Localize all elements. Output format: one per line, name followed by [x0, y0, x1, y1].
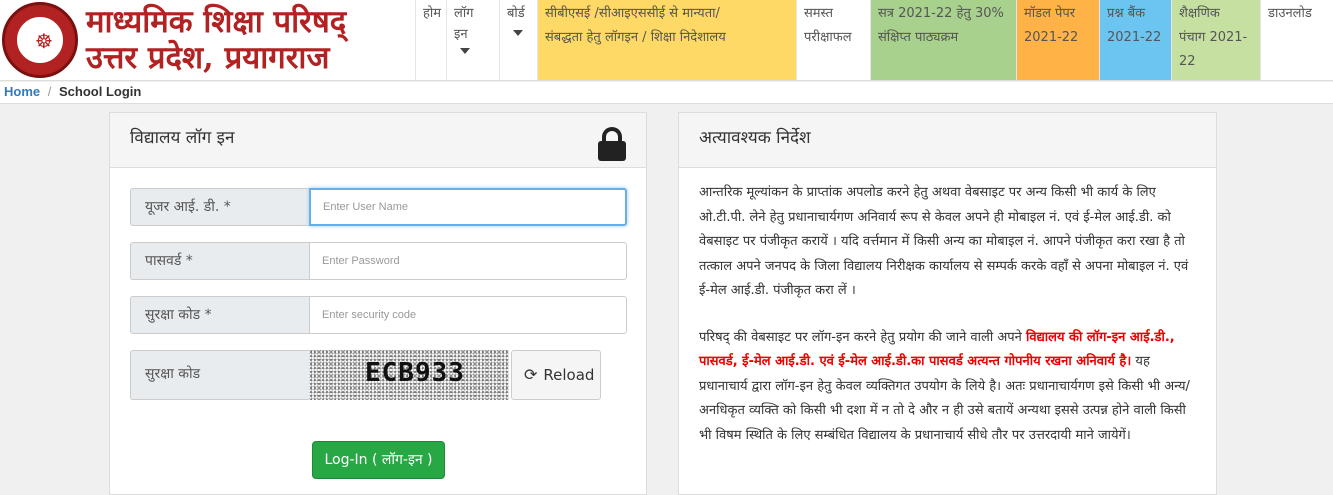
nav-results-label-1: समस्त [804, 6, 834, 21]
password-input[interactable] [309, 242, 627, 280]
nav-syllabus-label-2: संक्षिप्त पाठ्यक्रम [878, 30, 959, 45]
nav-board[interactable]: बोर्ड [499, 0, 537, 80]
nav-results[interactable]: समस्त परीक्षाफल [796, 0, 870, 80]
nav-home-label: होम [423, 6, 442, 21]
nav-results-label-2: परीक्षाफल [804, 30, 852, 45]
nav-question-bank[interactable]: प्रश्न बैंक 2021-22 [1099, 0, 1171, 80]
nav-login-label-1: लॉग [454, 6, 474, 21]
breadcrumb: Home / School Login [0, 82, 1333, 104]
nav-cbse-label-1: सीबीएसई /सीआइएससीई से मान्यता/ [545, 6, 720, 21]
breadcrumb-home-link[interactable]: Home [4, 84, 40, 99]
chevron-down-icon [460, 48, 470, 54]
captcha-row: सुरक्षा कोड ECB933 ⟳ Reload [130, 350, 627, 400]
reload-captcha-button[interactable]: ⟳ Reload [511, 350, 601, 400]
nav-calendar-label-1: शैक्षणिक [1179, 6, 1220, 21]
nav-cbse-login[interactable]: सीबीएसई /सीआइएससीई से मान्यता/ संबद्धता … [537, 0, 796, 80]
user-id-row: यूजर आई. डी. * [130, 188, 627, 226]
login-panel-header: विद्यालय लॉग इन [110, 113, 646, 168]
nav-login[interactable]: लॉग इन [446, 0, 499, 80]
nav-calendar-label-3: 22 [1179, 54, 1196, 69]
nav-bank-label-2: 2021-22 [1107, 30, 1162, 45]
main-nav: होम लॉग इन बोर्ड सीबीएसई /सीआइएससीई से म… [415, 0, 1333, 80]
nav-board-label: बोर्ड [507, 6, 525, 21]
logo-emblem: ☸ [15, 15, 65, 65]
security-code-label: सुरक्षा कोड * [130, 296, 310, 334]
instruction-paragraph-1: आन्तरिक मूल्यांकन के प्राप्तांक अपलोड कर… [699, 185, 1189, 298]
nav-download-label: डाउनलोड [1268, 6, 1312, 21]
refresh-icon: ⟳ [524, 365, 538, 384]
instruction-paragraph-2: परिषद् की वेबसाइट पर लॉग-इन करने हेतु प्… [699, 326, 1199, 449]
user-id-input[interactable] [309, 188, 627, 226]
school-login-panel: विद्यालय लॉग इन यूजर आई. डी. * पासवर्ड *… [109, 112, 647, 495]
chevron-down-icon [513, 30, 523, 36]
nav-model-label-2: 2021-22 [1024, 30, 1079, 45]
site-title-line1: माध्यमिक शिक्षा परिषद् [86, 4, 347, 40]
nav-download[interactable]: डाउनलोड [1260, 0, 1333, 80]
password-row: पासवर्ड * [130, 242, 627, 280]
nav-login-label-2: इन [454, 27, 468, 42]
nav-model-paper[interactable]: मॉडल पेपर 2021-22 [1016, 0, 1099, 80]
breadcrumb-current: School Login [59, 84, 142, 99]
nav-syllabus-label-1: सत्र 2021-22 हेतु 30% [878, 6, 1004, 21]
security-code-input[interactable] [309, 296, 627, 334]
nav-cbse-label-2: संबद्धता हेतु लॉगइन / शिक्षा निदेशालय [545, 30, 726, 45]
instruction-2-prefix: परिषद् की वेबसाइट पर लॉग-इन करने हेतु प्… [699, 329, 1026, 345]
nav-academic-calendar[interactable]: शैक्षणिक पंचाग 2021- 22 [1171, 0, 1260, 80]
instructions-body: आन्तरिक मूल्यांकन के प्राप्तांक अपलोड कर… [699, 181, 1199, 470]
nav-model-label-1: मॉडल पेपर [1024, 6, 1076, 21]
password-label: पासवर्ड * [130, 242, 310, 280]
nav-home[interactable]: होम [415, 0, 446, 80]
site-title-line2: उत्तर प्रदेश, प्रयागराज [86, 40, 330, 76]
nav-syllabus[interactable]: सत्र 2021-22 हेतु 30% संक्षिप्त पाठ्यक्र… [870, 0, 1016, 80]
nav-bank-label-1: प्रश्न बैंक [1107, 6, 1146, 21]
login-panel-title: विद्यालय लॉग इन [130, 128, 235, 148]
site-title: माध्यमिक शिक्षा परिषद् उत्तर प्रदेश, प्र… [86, 4, 346, 76]
captcha-text: ECB933 [365, 358, 465, 388]
captcha-label: सुरक्षा कोड [130, 350, 310, 400]
nav-calendar-label-2: पंचाग 2021- [1179, 30, 1248, 45]
instructions-title: अत्यावश्यक निर्देश [699, 128, 811, 148]
instructions-panel: अत्यावश्यक निर्देश आन्तरिक मूल्यांकन के … [678, 112, 1217, 495]
logo-emblem-mark: ☸ [35, 29, 53, 53]
instructions-header: अत्यावश्यक निर्देश [679, 113, 1216, 168]
captcha-image: ECB933 [309, 350, 509, 400]
lock-icon [598, 127, 626, 161]
breadcrumb-separator: / [47, 84, 52, 99]
reload-label: Reload [543, 366, 595, 384]
login-button[interactable]: Log-In ( लॉग-इन ) [312, 441, 445, 479]
security-code-row: सुरक्षा कोड * [130, 296, 627, 334]
board-logo-icon[interactable]: ☸ [2, 2, 78, 78]
user-id-label: यूजर आई. डी. * [130, 188, 310, 226]
site-header: ☸ माध्यमिक शिक्षा परिषद् उत्तर प्रदेश, प… [0, 0, 1333, 81]
